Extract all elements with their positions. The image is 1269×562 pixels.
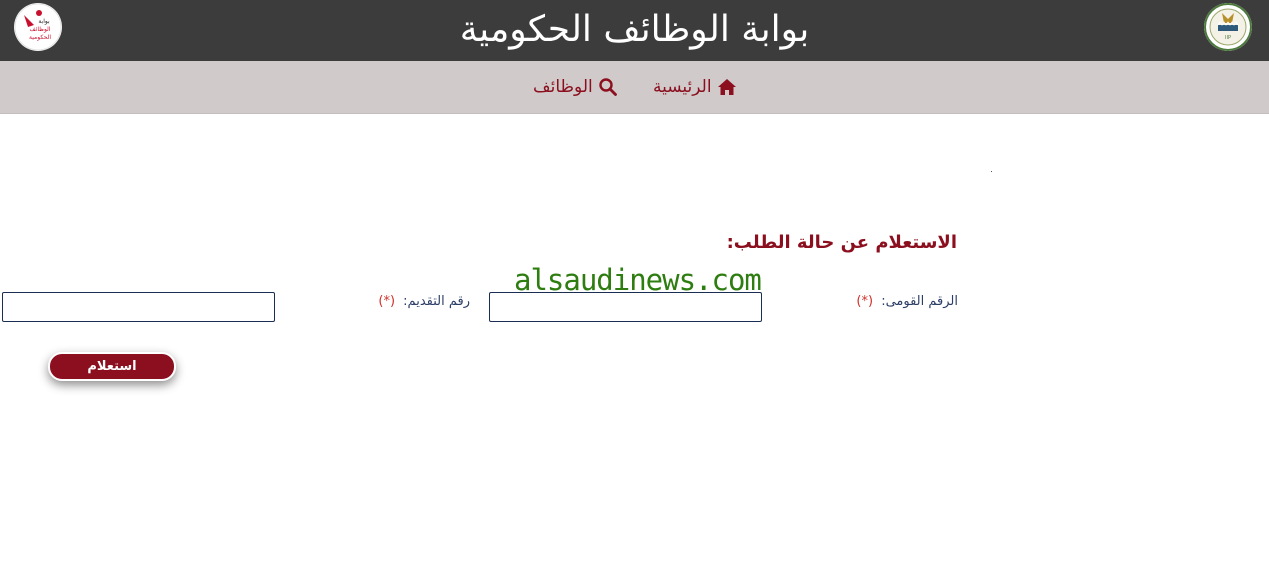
- application-number-label: رقم التقديم: (*): [340, 294, 470, 309]
- nav-item-jobs[interactable]: الوظائف: [533, 75, 617, 99]
- header-bar: بوابة الوظائف الحكومية بوابة الوظائف الح…: [0, 0, 1269, 61]
- nav-item-jobs-label: الوظائف: [533, 77, 593, 97]
- site-title: بوابة الوظائف الحكومية: [459, 9, 810, 50]
- national-id-input[interactable]: [489, 292, 762, 322]
- stray-dot: [991, 171, 992, 172]
- nav-item-home[interactable]: الرئيسية: [653, 75, 736, 99]
- form-title: الاستعلام عن حالة الطلب:: [726, 232, 957, 253]
- required-marker: (*): [378, 294, 396, 309]
- nav-bar: الرئيسية الوظائف: [0, 61, 1269, 114]
- inquiry-button[interactable]: استعلام: [48, 352, 176, 381]
- national-id-label: الرقم القومى: (*): [820, 294, 958, 309]
- search-icon: [599, 78, 617, 96]
- emblem-logo[interactable]: IIP: [1204, 3, 1252, 51]
- national-id-label-text: الرقم القومى:: [881, 294, 958, 309]
- nav-item-home-label: الرئيسية: [653, 77, 712, 97]
- svg-text:IIP: IIP: [1225, 35, 1231, 41]
- home-icon: [717, 79, 736, 95]
- application-number-label-text: رقم التقديم:: [403, 294, 470, 309]
- application-number-input[interactable]: [2, 292, 275, 322]
- required-marker: (*): [856, 294, 874, 309]
